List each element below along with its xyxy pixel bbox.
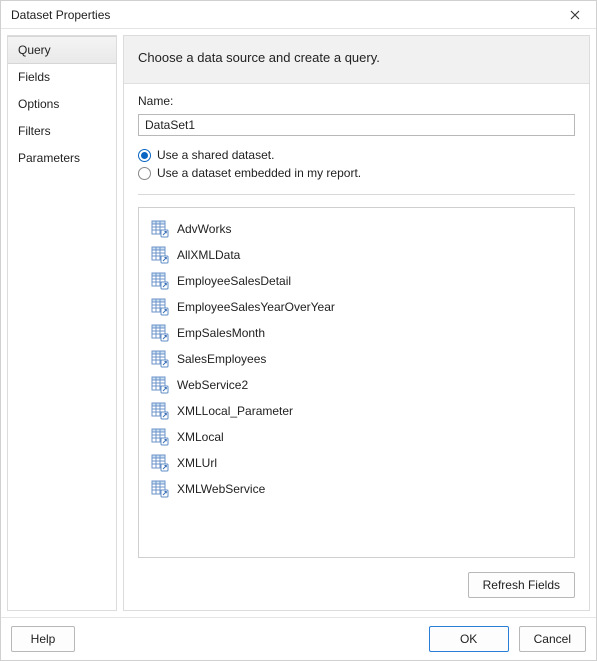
sidebar-item-filters[interactable]: Filters bbox=[8, 118, 116, 145]
radio-shared-dataset[interactable]: Use a shared dataset. bbox=[138, 146, 575, 164]
dataset-item[interactable]: WebService2 bbox=[149, 372, 564, 398]
sidebar-item-label: Parameters bbox=[18, 151, 80, 165]
dataset-item-label: EmpSalesMonth bbox=[177, 326, 265, 340]
main-panel: Choose a data source and create a query.… bbox=[123, 35, 590, 611]
panel-heading: Choose a data source and create a query. bbox=[124, 36, 589, 84]
sidebar-item-query[interactable]: Query bbox=[8, 36, 116, 64]
dataset-properties-dialog: Dataset Properties Query Fields Options Fil… bbox=[0, 0, 597, 661]
dataset-item[interactable]: XMLocal bbox=[149, 424, 564, 450]
shared-dataset-icon bbox=[151, 454, 169, 472]
dataset-item-label: EmployeeSalesDetail bbox=[177, 274, 291, 288]
panel-content: Name: Use a shared dataset. Use a datase… bbox=[124, 84, 589, 610]
name-input[interactable] bbox=[138, 114, 575, 136]
dataset-item-label: AllXMLData bbox=[177, 248, 240, 262]
cancel-button[interactable]: Cancel bbox=[519, 626, 586, 652]
dataset-item-label: XMLWebService bbox=[177, 482, 265, 496]
shared-dataset-icon bbox=[151, 246, 169, 264]
dataset-item-label: AdvWorks bbox=[177, 222, 231, 236]
sidebar-item-label: Fields bbox=[18, 70, 50, 84]
sidebar-item-fields[interactable]: Fields bbox=[8, 64, 116, 91]
dataset-item-label: XMLLocal_Parameter bbox=[177, 404, 293, 418]
shared-dataset-icon bbox=[151, 220, 169, 238]
dialog-footer: Help OK Cancel bbox=[1, 617, 596, 660]
dataset-item-label: SalesEmployees bbox=[177, 352, 266, 366]
radio-label: Use a dataset embedded in my report. bbox=[157, 166, 361, 180]
dataset-item[interactable]: AdvWorks bbox=[149, 216, 564, 242]
shared-dataset-icon bbox=[151, 272, 169, 290]
titlebar: Dataset Properties bbox=[1, 1, 596, 29]
category-sidebar: Query Fields Options Filters Parameters bbox=[7, 35, 117, 611]
radio-button-icon bbox=[138, 167, 151, 180]
sidebar-item-parameters[interactable]: Parameters bbox=[8, 145, 116, 172]
dataset-item[interactable]: XMLLocal_Parameter bbox=[149, 398, 564, 424]
name-label: Name: bbox=[138, 94, 575, 108]
dataset-item[interactable]: EmployeeSalesYearOverYear bbox=[149, 294, 564, 320]
shared-dataset-icon bbox=[151, 480, 169, 498]
sidebar-item-label: Filters bbox=[18, 124, 51, 138]
dataset-item[interactable]: SalesEmployees bbox=[149, 346, 564, 372]
separator bbox=[138, 194, 575, 195]
shared-dataset-list[interactable]: AdvWorks AllXMLData EmployeeSalesDetail Emp… bbox=[138, 207, 575, 558]
dialog-body: Query Fields Options Filters Parameters Choo… bbox=[1, 29, 596, 617]
radio-button-icon bbox=[138, 149, 151, 162]
dataset-item[interactable]: AllXMLData bbox=[149, 242, 564, 268]
dataset-item[interactable]: XMLWebService bbox=[149, 476, 564, 502]
shared-dataset-icon bbox=[151, 376, 169, 394]
radio-label: Use a shared dataset. bbox=[157, 148, 274, 162]
ok-button[interactable]: OK bbox=[429, 626, 509, 652]
footer-right: OK Cancel bbox=[429, 626, 586, 652]
radio-embedded-dataset[interactable]: Use a dataset embedded in my report. bbox=[138, 164, 575, 182]
shared-dataset-icon bbox=[151, 428, 169, 446]
sidebar-item-label: Query bbox=[18, 43, 51, 57]
dataset-type-radio-group: Use a shared dataset. Use a dataset embe… bbox=[138, 146, 575, 182]
shared-dataset-icon bbox=[151, 298, 169, 316]
dataset-item[interactable]: EmpSalesMonth bbox=[149, 320, 564, 346]
dataset-item[interactable]: EmployeeSalesDetail bbox=[149, 268, 564, 294]
window-title: Dataset Properties bbox=[11, 8, 110, 22]
refresh-fields-button[interactable]: Refresh Fields bbox=[468, 572, 575, 598]
dataset-item-label: XMLocal bbox=[177, 430, 224, 444]
refresh-row: Refresh Fields bbox=[138, 564, 575, 598]
help-button[interactable]: Help bbox=[11, 626, 75, 652]
dataset-item-label: EmployeeSalesYearOverYear bbox=[177, 300, 335, 314]
sidebar-item-label: Options bbox=[18, 97, 59, 111]
shared-dataset-icon bbox=[151, 402, 169, 420]
close-button[interactable] bbox=[560, 4, 590, 26]
shared-dataset-icon bbox=[151, 350, 169, 368]
sidebar-item-options[interactable]: Options bbox=[8, 91, 116, 118]
dataset-item-label: WebService2 bbox=[177, 378, 248, 392]
shared-dataset-icon bbox=[151, 324, 169, 342]
close-icon bbox=[570, 10, 580, 20]
dataset-item[interactable]: XMLUrl bbox=[149, 450, 564, 476]
dataset-item-label: XMLUrl bbox=[177, 456, 217, 470]
